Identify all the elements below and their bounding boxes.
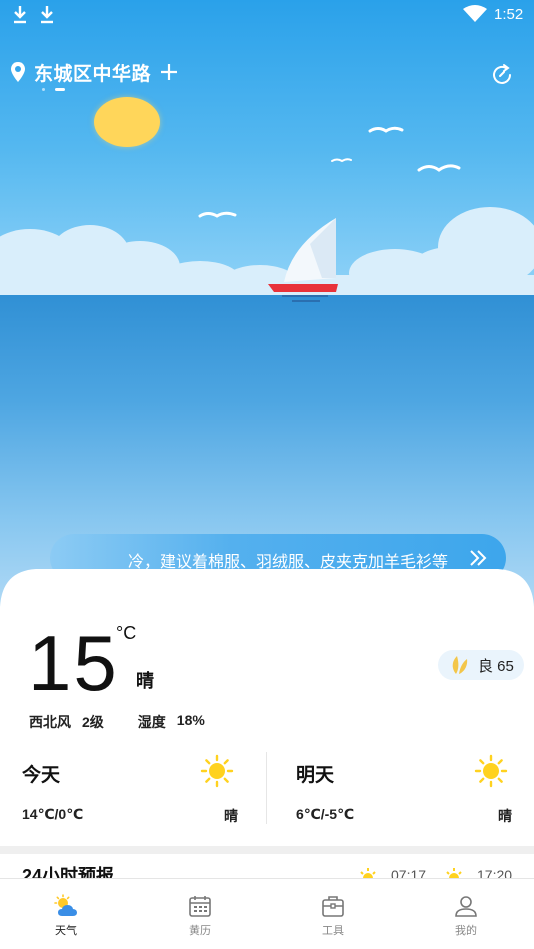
location-header[interactable]: 东城区中华路 [10,58,179,86]
location-pin-icon [11,62,25,82]
forecast-range: 14℃/0℃ [22,806,84,822]
forecast-condition: 晴 [224,808,238,824]
humidity-label: 湿度 [137,714,166,730]
aqi-label: 良 65 [478,657,514,675]
weather-scene: 1:52 东城区中华路 [0,0,534,620]
nav-label: 天气 [55,925,77,937]
weather-icon [54,894,77,916]
current-temperature: 15 [28,619,119,707]
sun-icon [200,754,234,788]
nav-item-profile[interactable]: 我的 [426,879,506,949]
sunset-icon [446,868,462,878]
wifi-icon [463,5,487,22]
status-bar: 1:52 [0,0,534,30]
leaf-icon [452,656,468,674]
forecast-condition: 晴 [498,808,512,824]
profile-icon [455,896,477,917]
double-chevron-right-icon [470,550,487,566]
status-time: 1:52 [494,6,524,23]
nav-label: 黄历 [189,925,211,937]
sailboat-illustration [268,218,338,302]
humidity-value: 18% [176,712,205,728]
download-icon [14,6,26,24]
forecast-divider [266,752,267,824]
sunrise-icon [360,868,376,878]
wind-humidity-row: 西北风 2级 湿度 18% [29,712,216,732]
temperature-unit: °C [116,623,137,643]
nav-item-weather[interactable]: 天气 [26,879,106,949]
sunset-time: 17:20 [477,867,513,878]
forecast-today[interactable]: 今天 14℃/0℃ 晴 [22,752,267,826]
nav-item-tools[interactable]: 工具 [293,879,373,949]
air-quality-badge[interactable]: 良 65 [438,650,524,680]
section-separator [0,846,534,854]
forecast-tomorrow[interactable]: 明天 6℃/-5℃ 晴 [296,752,534,826]
location-name: 东城区中华路 [34,63,152,85]
nav-item-almanac[interactable]: 黄历 [160,879,240,949]
nav-label: 工具 [322,925,344,937]
download-icon [41,6,53,24]
calendar-icon [189,896,211,917]
toolbox-icon [322,896,344,917]
hourly-forecast-title: 24小时预报 [22,866,115,878]
page-indicator [42,87,72,93]
wind-direction: 西北风 [29,714,71,730]
sun-icon [474,754,508,788]
plus-icon[interactable] [159,62,179,82]
sunrise-time: 07:17 [391,867,427,878]
wind-level: 2级 [82,714,104,730]
refresh-icon[interactable] [489,62,515,88]
forecast-range: 6℃/-5℃ [296,806,355,822]
forecast-day-label: 明天 [296,765,335,786]
current-condition: 晴 [136,671,154,691]
forecast-day-label: 今天 [22,765,61,786]
nav-label: 我的 [455,925,477,937]
bottom-navigation: 天气 黄历 工具 我的 [0,878,534,949]
